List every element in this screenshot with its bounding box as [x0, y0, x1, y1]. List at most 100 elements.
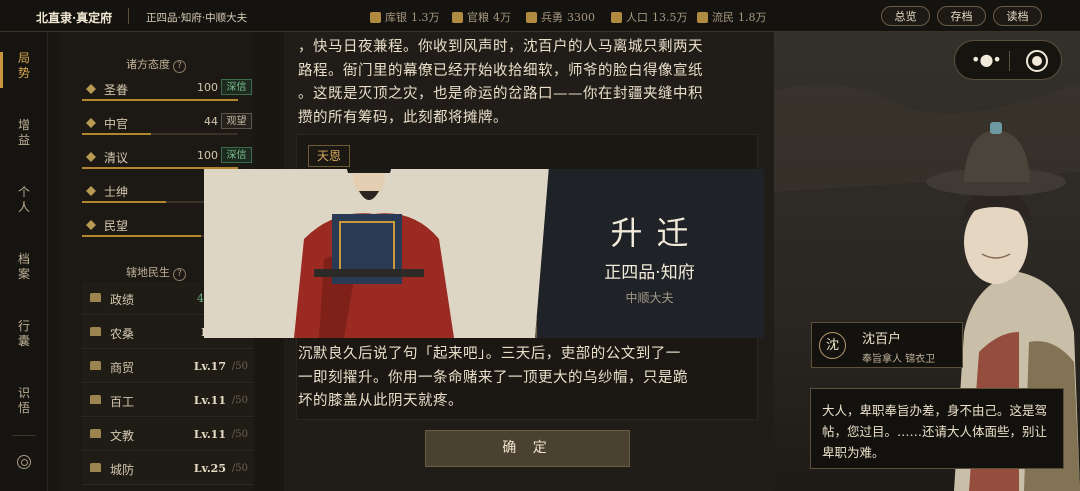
attitude-name: 圣眷: [104, 83, 129, 97]
help-icon[interactable]: ?: [173, 268, 186, 281]
overview-button[interactable]: 总览: [881, 6, 930, 26]
npc-seal: 沈: [819, 332, 846, 359]
grain-icon: [452, 11, 463, 23]
mini-program-capsule: •●•: [954, 40, 1062, 80]
nav-insight[interactable]: 识悟: [17, 386, 31, 416]
resource-label: 官粮: [467, 11, 489, 24]
promotion-subtitle: 中顺大夫: [625, 291, 674, 305]
npc-name: 沈百户: [862, 332, 902, 347]
npc-title: 奉旨拿人 锦衣卫: [862, 354, 936, 365]
emperor-icon: [86, 84, 96, 94]
scholar-icon: [86, 152, 96, 162]
domain-level: Lv.17: [193, 360, 226, 373]
official-portrait: [294, 169, 454, 338]
attitude-row[interactable]: 中官 44 观望: [82, 112, 254, 138]
story-line: 一即刻擢升。你用一条命赌来了一顶更大的乌纱帽，只是跪: [298, 369, 688, 386]
gentry-icon: [86, 186, 96, 196]
promotion-portrait-panel: [204, 169, 549, 338]
domain-name: 文教: [110, 429, 135, 443]
domain-name: 城防: [110, 463, 135, 477]
story-line: 沉默良久后说了句「起来吧」。三天后，吏部的公文到了一: [298, 346, 681, 362]
resource-value: 1.3万: [411, 11, 440, 24]
resource-value: 1.8万: [738, 11, 767, 24]
divider: [12, 435, 36, 436]
domain-name: 农桑: [110, 327, 135, 341]
resource-silver: 库银 1.3万: [370, 9, 440, 25]
domain-level: Lv.25: [193, 462, 226, 475]
attitude-bar: [82, 133, 238, 135]
resource-value: 3300: [567, 10, 595, 24]
attitude-bar: [82, 167, 238, 169]
close-mini-program-icon[interactable]: [1026, 50, 1048, 72]
attitudes-title-text: 诸方态度: [126, 58, 170, 71]
attitude-value: 44: [204, 115, 218, 128]
domain-level: Lv.11: [193, 394, 226, 407]
npc-namecard: 沈 沈百户 奉旨拿人 锦衣卫: [811, 322, 963, 368]
attitude-name: 民望: [104, 219, 129, 233]
domain-name: 百工: [110, 395, 135, 409]
status-badge: 深信: [221, 147, 252, 163]
rank-label: 正四品·知府·中顺大夫: [146, 12, 248, 24]
nav-situation[interactable]: 局势: [17, 51, 31, 81]
event-tag: 天恩: [308, 145, 351, 167]
location-label: 北直隶·真定府: [36, 11, 113, 25]
attitude-bar-fill: [82, 133, 151, 135]
eunuch-icon: [86, 118, 96, 128]
attitude-name: 士绅: [104, 185, 129, 199]
attitude-bar-fill: [82, 235, 201, 237]
story-line: 攒的所有筹码，此刻都将摊牌。: [298, 109, 508, 126]
attitude-row[interactable]: 圣眷 100 深信: [82, 78, 254, 104]
refugee-icon: [697, 11, 708, 23]
promotion-title: 升迁: [610, 214, 703, 252]
promotion-rank: 正四品·知府: [604, 263, 695, 283]
domain-title-text: 辖地民生: [126, 266, 170, 279]
nav-archive[interactable]: 档案: [17, 252, 31, 282]
attitude-row[interactable]: 清议 100 深信: [82, 146, 254, 172]
nav-personal[interactable]: 个人: [17, 185, 31, 215]
settings-icon[interactable]: [17, 455, 31, 469]
top-bar: 北直隶·真定府 正四品·知府·中顺大夫 库银 1.3万 官粮 4万 兵勇 330…: [0, 0, 1080, 32]
more-icon[interactable]: •●•: [971, 51, 1002, 69]
domain-max: /50: [231, 463, 248, 474]
people-icon: [86, 220, 96, 230]
save-button[interactable]: 存档: [937, 6, 986, 26]
attitude-name: 清议: [104, 151, 129, 165]
story-line: 。这既是灭顶之灾，也是命运的岔路口——你在封疆夹缝中积: [298, 86, 703, 102]
resource-label: 兵勇: [541, 11, 563, 24]
status-badge: 深信: [221, 79, 252, 95]
divider: [128, 8, 129, 24]
domain-row[interactable]: 文教 Lv.11 /50: [82, 418, 254, 451]
crafts-icon: [90, 395, 101, 404]
trade-icon: [90, 361, 101, 370]
nav-inventory[interactable]: 行囊: [17, 319, 31, 349]
domain-row[interactable]: 城防 Lv.25 /50: [82, 452, 254, 485]
domain-max: /50: [231, 395, 248, 406]
domain-level: Lv.11: [193, 428, 226, 441]
resource-value: 13.5万: [652, 11, 688, 24]
left-nav: 局势 增益 个人 档案 行囊 识悟: [0, 32, 48, 491]
merit-icon: [90, 293, 101, 302]
attitudes-title: 诸方态度?: [58, 56, 254, 73]
attitude-name: 中官: [104, 117, 129, 131]
resource-refugees: 流民 1.8万: [697, 9, 767, 25]
domain-max: /50: [231, 429, 248, 440]
confirm-button[interactable]: 确 定: [425, 430, 630, 467]
farming-icon: [90, 327, 101, 336]
attitude-bar-fill: [82, 167, 238, 169]
nav-buffs[interactable]: 增益: [17, 118, 31, 148]
silver-icon: [370, 11, 381, 23]
resource-population: 人口 13.5万: [611, 9, 688, 25]
soldier-icon: [526, 11, 537, 23]
domain-name: 商贸: [110, 361, 135, 375]
domain-row[interactable]: 百工 Lv.11 /50: [82, 384, 254, 417]
domain-row[interactable]: 商贸 Lv.17 /50: [82, 350, 254, 383]
active-indicator: [0, 52, 3, 88]
help-icon[interactable]: ?: [173, 60, 186, 73]
resource-label: 流民: [712, 11, 734, 24]
story-text-top: ，快马日夜兼程。你收到风声时，沈百户的人马离城只剩两天 路程。衙门里的幕僚已经开…: [298, 36, 764, 130]
attitude-bar-fill: [82, 99, 238, 101]
education-icon: [90, 429, 101, 438]
load-button[interactable]: 读档: [993, 6, 1042, 26]
resource-label: 库银: [385, 11, 407, 24]
defense-icon: [90, 463, 101, 472]
